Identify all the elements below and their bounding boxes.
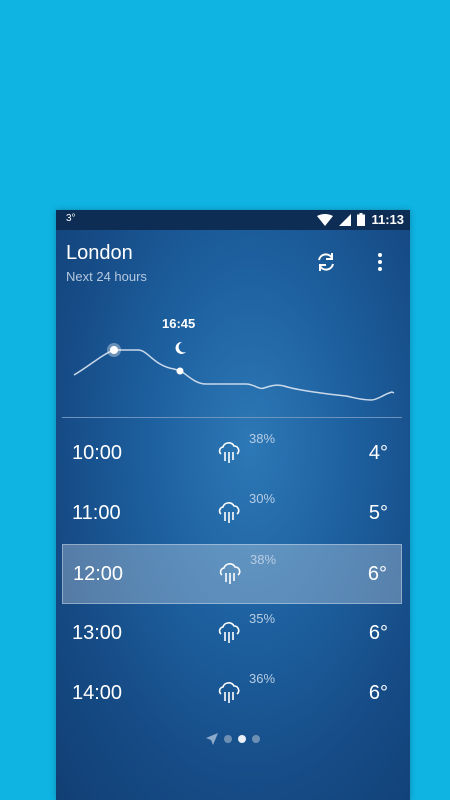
header: London Next 24 hours <box>66 242 147 284</box>
status-temperature: 3° <box>66 213 76 224</box>
hour-row-selected[interactable]: 12:00 38% 6° <box>62 544 402 604</box>
hour-row[interactable]: 11:00 30% 5° <box>62 484 402 544</box>
wifi-icon <box>317 213 334 226</box>
precip-chance: 38% <box>250 552 277 567</box>
current-marker-core <box>110 346 118 354</box>
hour-time: 11:00 <box>72 502 121 524</box>
rain-cloud-icon <box>218 442 240 463</box>
rain-cloud-icon <box>218 622 240 643</box>
rain-cloud-icon <box>218 502 240 523</box>
hour-temp: 5° <box>368 502 388 524</box>
battery-icon <box>357 213 366 226</box>
hour-row[interactable]: 13:00 35% 6° <box>62 604 402 664</box>
refresh-icon[interactable] <box>314 250 338 274</box>
signal-icon <box>339 213 352 226</box>
precip-chance: 35% <box>249 611 276 626</box>
page-dot-active[interactable] <box>238 735 246 743</box>
temperature-line <box>73 349 395 401</box>
page-dot[interactable] <box>252 735 260 743</box>
precip-chance: 30% <box>249 491 276 506</box>
city-name: London <box>66 242 133 264</box>
hour-row[interactable]: 14:00 36% 6° <box>62 664 402 724</box>
hour-time: 13:00 <box>72 622 123 644</box>
moon-icon <box>175 341 186 354</box>
hour-time: 10:00 <box>72 442 123 464</box>
status-clock: 11:13 <box>371 212 404 227</box>
precip-chance: 38% <box>249 431 276 446</box>
hourly-list: 10:00 38% 4° 11:00 30% 5° 12:00 38% 6° 1… <box>62 424 402 724</box>
hour-time: 14:00 <box>72 682 123 704</box>
hour-temp: 6° <box>368 622 388 644</box>
forecast-range: Next 24 hours <box>66 269 147 284</box>
rain-cloud-icon <box>219 563 241 584</box>
location-arrow-icon[interactable] <box>206 733 218 745</box>
hour-temp: 6° <box>368 682 388 704</box>
page-dot[interactable] <box>224 735 232 743</box>
status-bar: 3° 11:13 <box>56 210 410 230</box>
weather-app: 3° 11:13 London Next 24 hours 16:45 10:0… <box>56 210 410 800</box>
divider <box>62 417 402 418</box>
hour-time: 12:00 <box>73 563 124 585</box>
hour-row[interactable]: 10:00 38% 4° <box>62 424 402 484</box>
hour-temp: 4° <box>368 442 388 464</box>
overflow-menu-icon[interactable] <box>368 250 392 274</box>
hour-temp: 6° <box>367 563 387 585</box>
rain-cloud-icon <box>218 682 240 703</box>
precip-chance: 36% <box>249 671 276 686</box>
sunset-marker <box>176 367 184 375</box>
page-indicator <box>56 733 410 745</box>
temperature-graph <box>73 341 395 401</box>
status-icons: 11:13 <box>317 212 404 227</box>
